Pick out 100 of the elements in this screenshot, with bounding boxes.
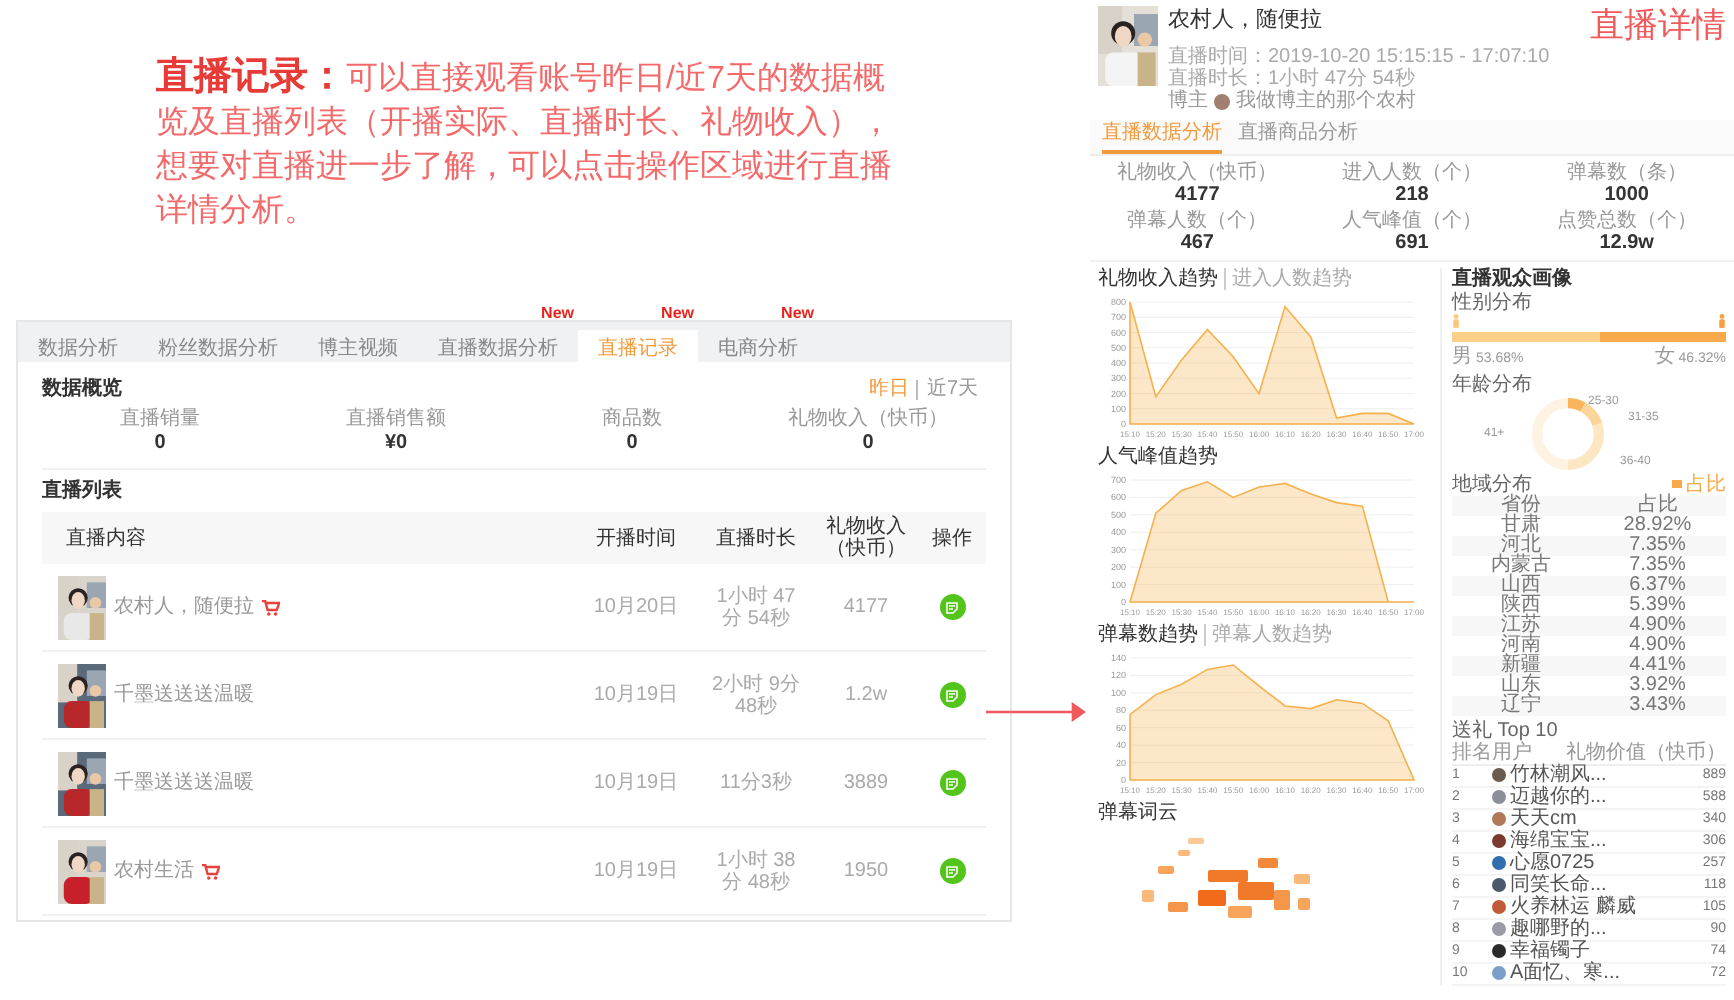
stat-label: 直播销售额 — [346, 408, 446, 432]
user-name: 火养林运 麟威 — [1510, 897, 1636, 917]
legend-label: 占比 — [1686, 473, 1726, 495]
stream-title: 千墨送送送温暖 — [114, 681, 254, 710]
stat-label: 弹幕人数（个） — [1127, 210, 1268, 232]
table-cell-text: 6.37% — [1627, 575, 1688, 595]
chart-tab[interactable]: 人气峰值趋势 — [1098, 446, 1224, 468]
tab[interactable]: 直播商品分析 — [1238, 120, 1358, 154]
stream-title: 千墨送送送温暖 — [114, 769, 254, 798]
section-title: 弹幕词云 — [1098, 802, 1180, 824]
stat-label: 商品数 — [602, 408, 662, 432]
user-name: 心愿0725 — [1510, 853, 1595, 873]
tab[interactable]: 数据分析 — [18, 329, 138, 369]
male-icon — [1452, 314, 1460, 328]
table-cell-text: 陕西 — [1498, 595, 1543, 615]
table-cell-text: 5.39% — [1627, 595, 1688, 615]
period-toggle[interactable]: 昨日 — [860, 379, 917, 399]
stream-title: 农村人，随便拉 — [114, 593, 254, 622]
user-name: 竹林潮风... — [1510, 765, 1607, 785]
stat-label: 进入人数（个） — [1341, 162, 1482, 184]
table-cell-text: 4.41% — [1627, 655, 1688, 675]
stat-value: 12.9w — [1599, 232, 1654, 254]
subsection-title: 地域分布 — [1452, 473, 1532, 495]
table-cell-text: 河北 — [1500, 535, 1541, 555]
column-header: 用户 — [1492, 741, 1534, 763]
table-cell-text: 甘肃 — [1498, 515, 1543, 535]
user-name: 幸福镯子 — [1510, 941, 1590, 961]
stream-duration: 直播时长：1小时 47分 54秒 — [1168, 68, 1415, 90]
table-cell-text: 3.92% — [1627, 675, 1688, 695]
tab[interactable]: 直播数据分析 — [1102, 120, 1222, 154]
user-name: 天天cm — [1510, 809, 1577, 829]
column-header: 操作 — [930, 527, 974, 549]
stat-value: 218 — [1395, 184, 1429, 206]
stat-value: 4177 — [1175, 184, 1220, 206]
stat-value: 0 — [154, 432, 166, 456]
new-label: New — [781, 304, 814, 322]
table-cell-text: 山西 — [1498, 575, 1543, 595]
host-name: 我做博主的那个农村 — [1236, 90, 1416, 114]
table-cell-text: 山东 — [1498, 675, 1543, 695]
tab[interactable]: 电商分析 — [698, 329, 818, 369]
column-header: 直播时长 — [714, 527, 798, 549]
stat-value: ¥0 — [384, 432, 408, 456]
subsection-title: 送礼 Top 10 — [1452, 719, 1560, 741]
stat-value: 0 — [626, 432, 638, 456]
details-button[interactable] — [939, 682, 965, 708]
table-cell-text: 10月19日 — [591, 858, 681, 886]
details-button[interactable] — [939, 858, 965, 884]
table-cell-text: 10月20日 — [591, 594, 681, 622]
table-cell-text: 河南 — [1498, 635, 1543, 655]
chart-tab[interactable]: 礼物收入趋势 — [1098, 268, 1224, 290]
stat-label: 礼物收入（快币） — [788, 408, 948, 432]
chart-tab[interactable]: 弹幕人数趋势 — [1204, 624, 1338, 646]
table-cell-text: 2小时 9分 48秒 — [710, 673, 802, 717]
period-toggle[interactable]: 近7天 — [916, 379, 986, 399]
section-title: 直播观众画像 — [1452, 268, 1574, 291]
chart-tab[interactable]: 弹幕数趋势 — [1098, 624, 1204, 646]
user-name: 趣哪野的... — [1510, 919, 1607, 939]
table-cell-text: 7.35% — [1627, 555, 1688, 575]
user-name: 同笑长命... — [1510, 875, 1607, 895]
stat-label: 人气峰值（个） — [1341, 210, 1482, 232]
details-button[interactable] — [939, 594, 965, 620]
user-name: A面忆、寒... — [1510, 963, 1621, 983]
streamer-name: 农村人，随便拉 — [1168, 6, 1322, 34]
tab[interactable]: 博主视频 — [298, 329, 418, 369]
new-label: New — [541, 304, 574, 322]
stream-title: 农村生活 — [114, 857, 194, 886]
avatar — [1214, 94, 1230, 110]
document-icon — [946, 777, 958, 789]
table-cell-text: 3.43% — [1627, 695, 1688, 715]
document-icon — [946, 865, 958, 877]
stat-value: 1000 — [1604, 184, 1649, 206]
table-cell-text: 1.2w — [842, 682, 890, 710]
column-header: 礼物价值（快币） — [1566, 741, 1726, 763]
chart-tab[interactable]: 进入人数趋势 — [1224, 268, 1358, 290]
stat-label: 直播销量 — [120, 408, 200, 432]
section-title: 数据概览 — [42, 375, 122, 404]
details-button[interactable] — [939, 770, 965, 796]
table-cell-text: 3889 — [841, 770, 891, 798]
legend-swatch — [1672, 480, 1682, 488]
table-cell-text: 1小时 38分 48秒 — [714, 849, 798, 893]
table-cell-text: 内蒙古 — [1488, 555, 1553, 575]
column-header: 直播内容 — [64, 527, 148, 549]
stat-value: 691 — [1395, 232, 1429, 254]
table-cell-text: 4.90% — [1627, 615, 1688, 635]
arrow — [986, 702, 1086, 722]
table-cell-text: 7.35% — [1627, 535, 1688, 555]
tab[interactable]: 粉丝数据分析 — [138, 329, 298, 369]
host-label: 博主 — [1168, 90, 1208, 114]
table-cell-text: 辽宁 — [1498, 695, 1543, 715]
stream-time: 直播时间：2019-10-20 15:15:15 - 17:07:10 — [1168, 46, 1552, 68]
table-cell-text: 10月19日 — [591, 682, 681, 710]
tab[interactable]: 直播数据分析 — [418, 329, 578, 369]
stat-value: 0 — [862, 432, 874, 456]
column-header: 礼物收入（快币） — [824, 516, 908, 560]
column-header: 开播时间 — [594, 527, 678, 549]
table-cell-text: 江苏 — [1498, 615, 1543, 635]
detail-label: 直播详情 — [1590, 6, 1726, 46]
table-cell-text: 1小时 47分 54秒 — [714, 585, 798, 629]
user-name: 海绵宝宝... — [1510, 831, 1607, 851]
stat-label: 弹幕数（条） — [1566, 162, 1687, 184]
